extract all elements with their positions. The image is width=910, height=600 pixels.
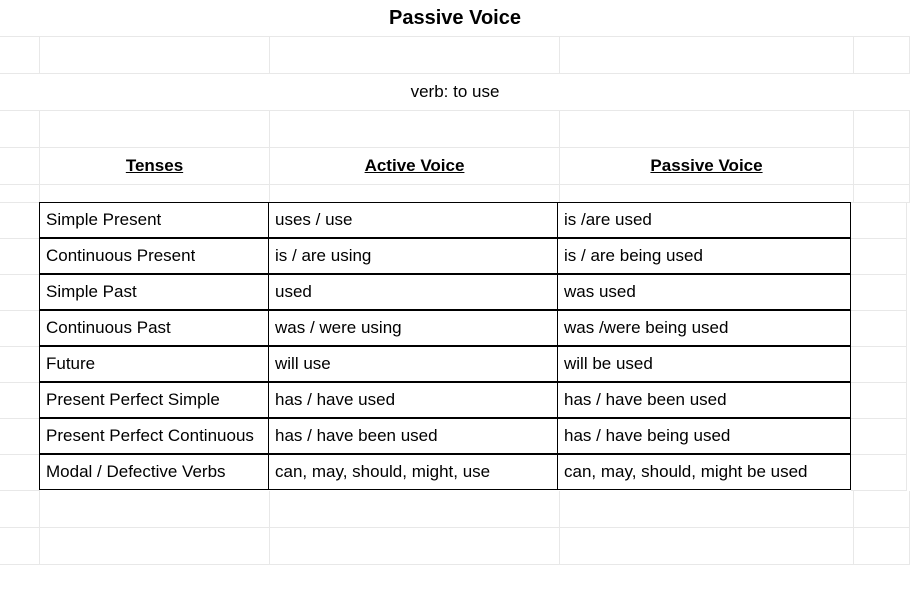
- active-cell: was / were using: [268, 310, 558, 346]
- passive-cell: has / have been used: [557, 382, 851, 418]
- active-cell: has / have used: [268, 382, 558, 418]
- tense-cell: Present Perfect Simple: [39, 382, 269, 418]
- tense-cell: Present Perfect Continuous: [39, 418, 269, 454]
- passive-cell: has / have being used: [557, 418, 851, 454]
- passive-cell: can, may, should, might be used: [557, 454, 851, 490]
- passive-cell: was used: [557, 274, 851, 310]
- header-tenses: Tenses: [40, 148, 270, 184]
- document-container: Passive Voice verb: to use Tenses Active…: [0, 0, 910, 600]
- spacer-row: [0, 37, 910, 74]
- data-table-body: Simple Presentuses / useis /are usedCont…: [0, 203, 910, 491]
- table-row: Simple Pastusedwas used: [0, 275, 910, 311]
- page-title: Passive Voice: [6, 7, 904, 30]
- table-row: Futurewill usewill be used: [0, 347, 910, 383]
- passive-cell: was /were being used: [557, 310, 851, 346]
- table-row: Continuous Presentis / are usingis / are…: [0, 239, 910, 275]
- spacer-row: [0, 528, 910, 565]
- spacer-row: [0, 491, 910, 528]
- subtitle-row: verb: to use: [0, 74, 910, 111]
- table-row: Present Perfect Continuoushas / have bee…: [0, 419, 910, 455]
- header-passive: Passive Voice: [560, 148, 854, 184]
- passive-cell: is /are used: [557, 202, 851, 238]
- active-cell: will use: [268, 346, 558, 382]
- column-headers-row: Tenses Active Voice Passive Voice: [0, 148, 910, 185]
- tense-cell: Future: [39, 346, 269, 382]
- active-cell: is / are using: [268, 238, 558, 274]
- spacer-row: [0, 185, 910, 203]
- passive-cell: will be used: [557, 346, 851, 382]
- passive-cell: is / are being used: [557, 238, 851, 274]
- active-cell: uses / use: [268, 202, 558, 238]
- tense-cell: Modal / Defective Verbs: [39, 454, 269, 490]
- verb-label: verb: to use: [6, 82, 904, 102]
- table-row: Modal / Defective Verbscan, may, should,…: [0, 455, 910, 491]
- active-cell: can, may, should, might, use: [268, 454, 558, 490]
- title-row: Passive Voice: [0, 0, 910, 37]
- tense-cell: Continuous Present: [39, 238, 269, 274]
- header-active: Active Voice: [270, 148, 560, 184]
- tense-cell: Continuous Past: [39, 310, 269, 346]
- table-row: Simple Presentuses / useis /are used: [0, 203, 910, 239]
- table-row: Present Perfect Simplehas / have usedhas…: [0, 383, 910, 419]
- table-row: Continuous Pastwas / were usingwas /were…: [0, 311, 910, 347]
- tense-cell: Simple Present: [39, 202, 269, 238]
- active-cell: has / have been used: [268, 418, 558, 454]
- spacer-row: [0, 111, 910, 148]
- tense-cell: Simple Past: [39, 274, 269, 310]
- active-cell: used: [268, 274, 558, 310]
